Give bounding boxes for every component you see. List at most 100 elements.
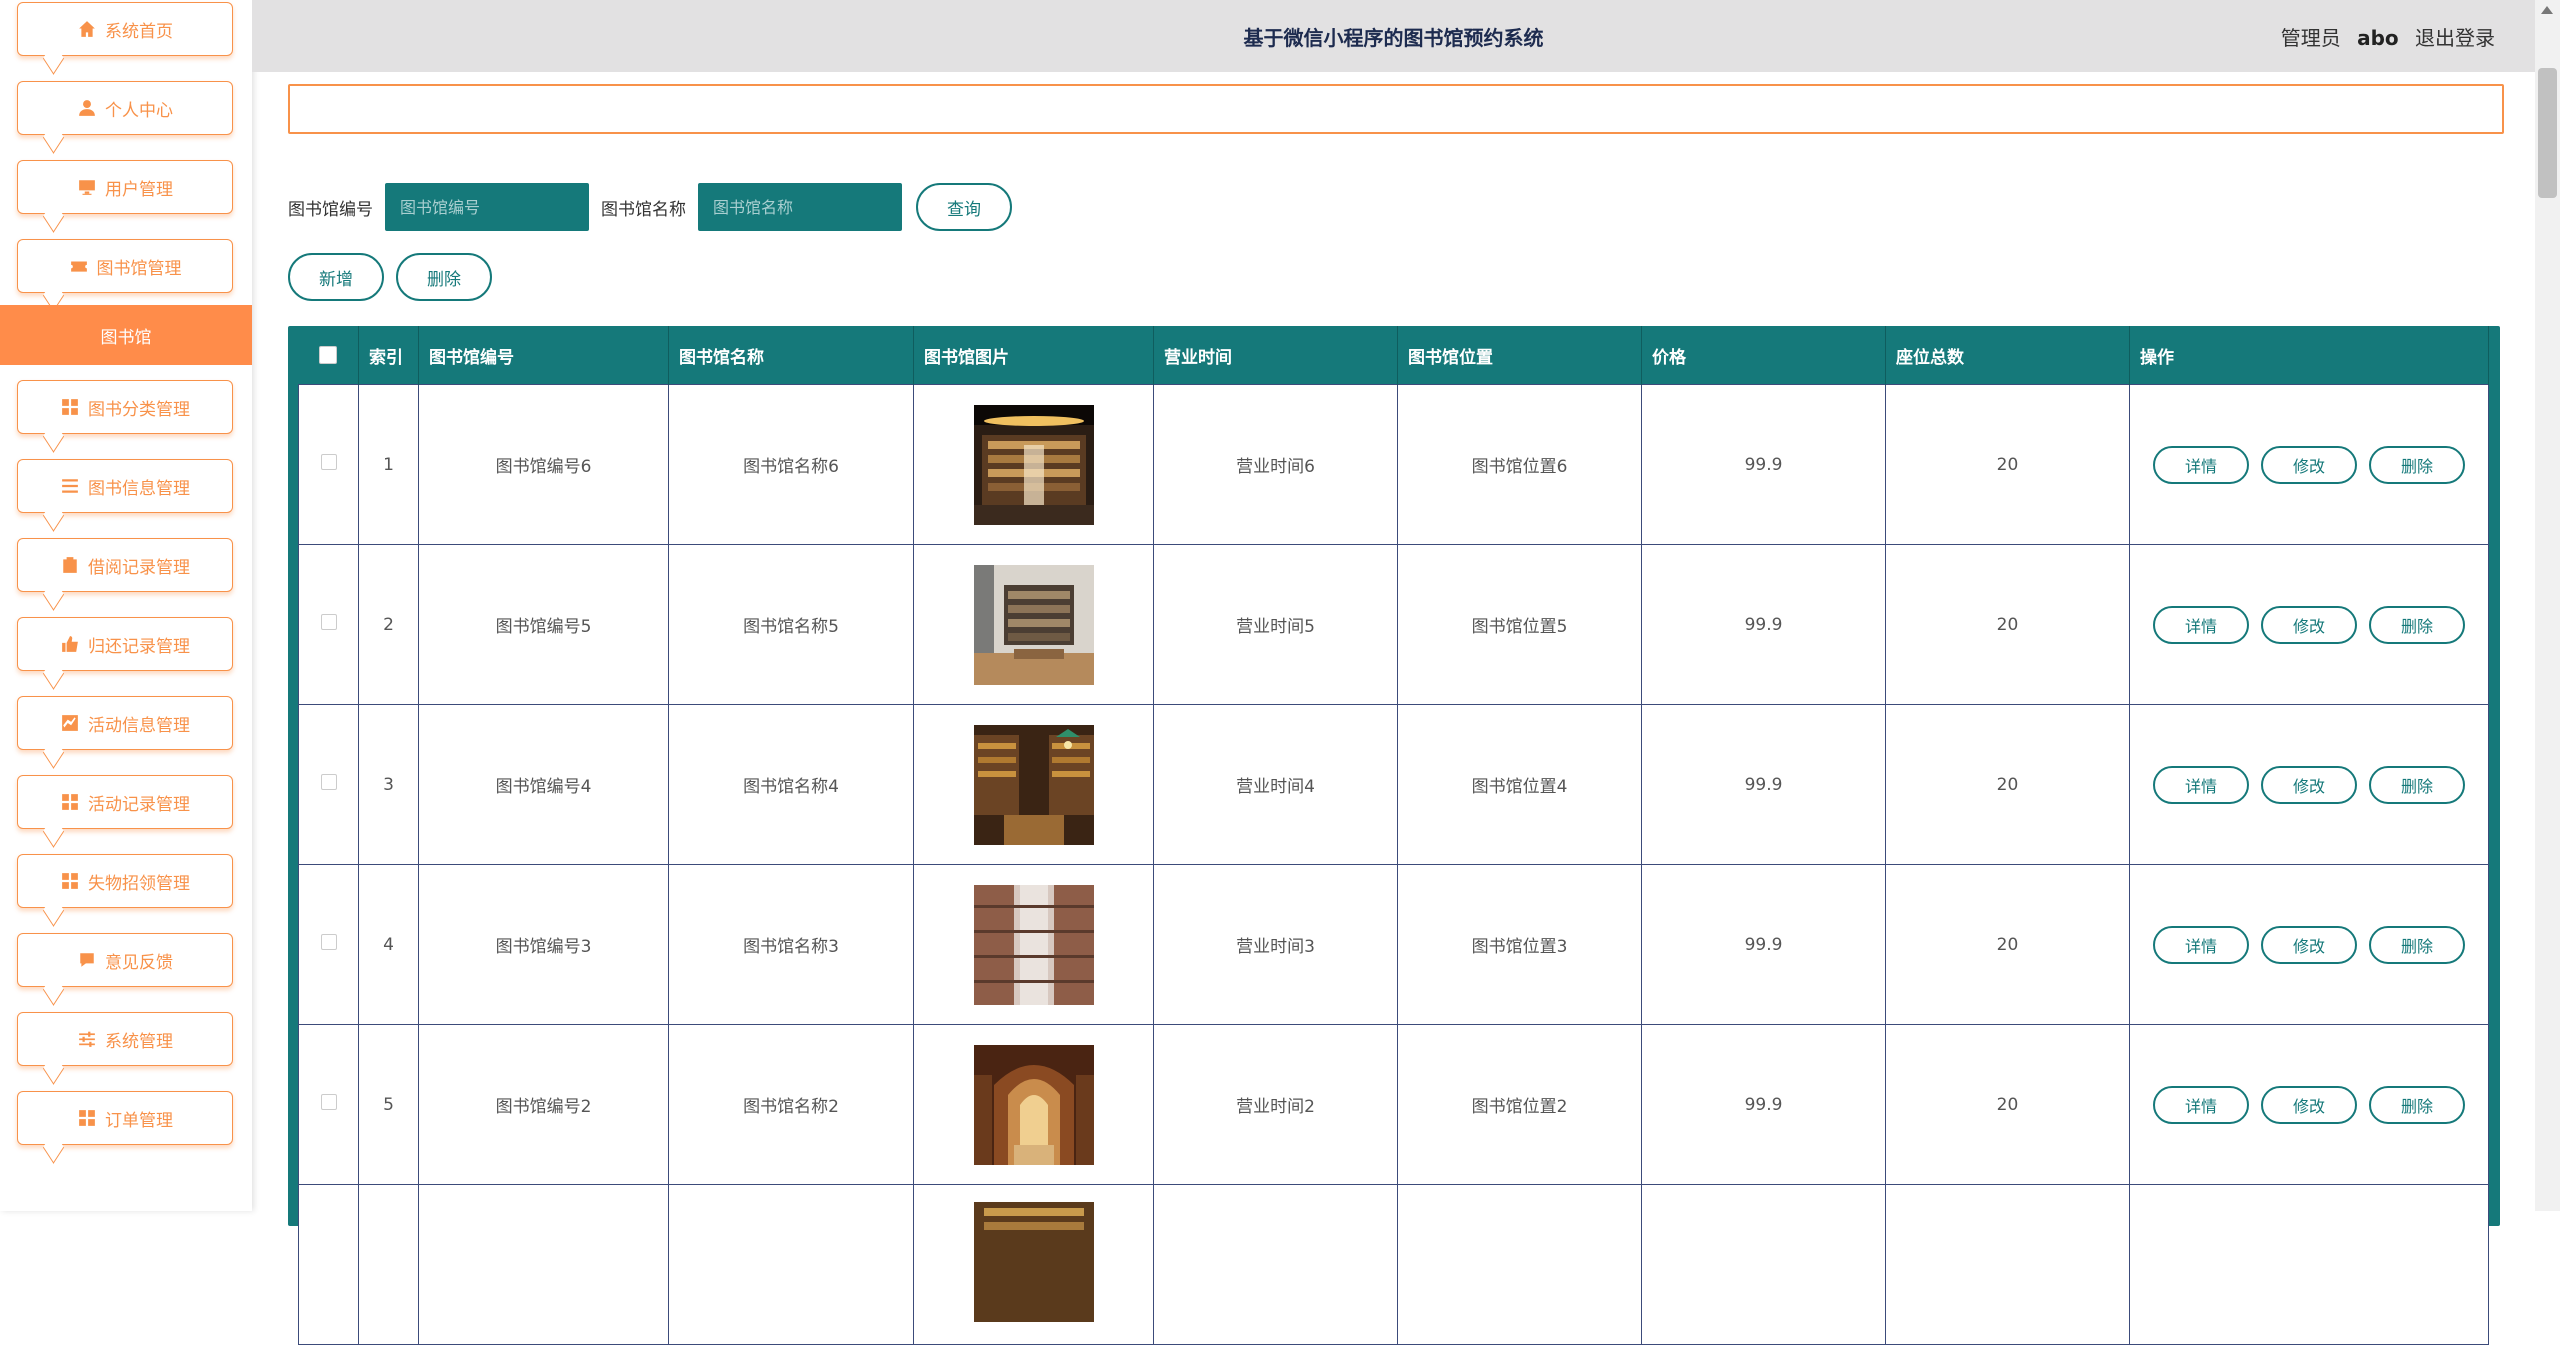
edit-button[interactable]: 修改	[2261, 1085, 2357, 1124]
sidebar-item-label: 意见反馈	[105, 952, 173, 973]
row-checkbox[interactable]	[320, 614, 337, 630]
row-select-cell	[298, 864, 359, 1025]
sidebar-item-label: 图书分类管理	[88, 399, 190, 420]
col-header-price[interactable]: 价格	[1641, 326, 1886, 385]
cell-location: 图书馆位置2	[1397, 1024, 1642, 1185]
row-checkbox[interactable]	[320, 454, 337, 470]
cell-image	[913, 864, 1154, 1025]
col-header-name[interactable]: 图书馆名称	[668, 326, 914, 385]
library-thumbnail[interactable]	[973, 404, 1094, 525]
row-checkbox[interactable]	[320, 1094, 337, 1110]
sidebar-item-return[interactable]: 归还记录管理	[17, 617, 233, 671]
cell-name: 图书馆名称3	[668, 864, 914, 1025]
sidebar-item-users[interactable]: 用户管理	[17, 160, 233, 214]
cell-index: 2	[358, 544, 419, 705]
row-select-cell	[298, 1024, 359, 1185]
query-button[interactable]: 查询	[916, 183, 1012, 231]
cell-index: 4	[358, 864, 419, 1025]
batch-delete-button[interactable]: 删除	[396, 253, 492, 301]
logout-link[interactable]: 退出登录	[2415, 26, 2495, 50]
library-thumbnail[interactable]	[973, 1044, 1094, 1165]
scrollbar-thumb[interactable]	[2538, 68, 2557, 198]
edit-button[interactable]: 修改	[2261, 605, 2357, 644]
delete-button[interactable]: 删除	[2369, 1085, 2465, 1124]
add-button[interactable]: 新增	[288, 253, 384, 301]
sidebar-item-book-info[interactable]: 图书信息管理	[17, 459, 233, 513]
scroll-up-arrow-icon[interactable]	[2541, 6, 2553, 14]
sidebar-item-lost-found[interactable]: 失物招领管理	[17, 854, 233, 908]
detail-button[interactable]: 详情	[2153, 445, 2249, 484]
cell-code: 图书馆编号6	[418, 384, 669, 545]
delete-button[interactable]: 删除	[2369, 765, 2465, 804]
sidebar-item-label: 系统管理	[105, 1031, 173, 1052]
tags-view-bar	[288, 84, 2504, 134]
sidebar-subitem-label: 图书馆	[100, 327, 152, 348]
table-row: 1 图书馆编号6 图书馆名称6 营业时间6 图书馆位置6 99.9 20 详情 …	[298, 384, 2489, 545]
detail-button[interactable]: 详情	[2153, 925, 2249, 964]
library-name-input[interactable]	[698, 183, 902, 231]
delete-button[interactable]: 删除	[2369, 605, 2465, 644]
sidebar-item-activity-info[interactable]: 活动信息管理	[17, 696, 233, 750]
sidebar-item-feedback[interactable]: 意见反馈	[17, 933, 233, 987]
library-code-input[interactable]	[385, 183, 589, 231]
col-header-index[interactable]: 索引	[358, 326, 419, 385]
sidebar-item-label: 图书馆管理	[96, 258, 182, 279]
library-thumbnail[interactable]	[973, 564, 1094, 685]
clipboard-icon	[60, 555, 80, 575]
search-label-name: 图书馆名称	[601, 199, 686, 220]
cell-operations: 详情 修改 删除	[2129, 704, 2489, 865]
library-thumbnail[interactable]	[973, 884, 1094, 1005]
delete-button[interactable]: 删除	[2369, 925, 2465, 964]
sidebar-item-activity-record[interactable]: 活动记录管理	[17, 775, 233, 829]
detail-button[interactable]: 详情	[2153, 605, 2249, 644]
sidebar-item-home[interactable]: 系统首页	[17, 2, 233, 56]
person-icon	[77, 98, 97, 118]
library-thumbnail[interactable]	[973, 1202, 1094, 1322]
col-header-hours[interactable]: 营业时间	[1153, 326, 1398, 385]
row-checkbox[interactable]	[320, 774, 337, 790]
sidebar-item-system[interactable]: 系统管理	[17, 1012, 233, 1066]
page-scrollbar[interactable]	[2535, 0, 2560, 1211]
col-header-image[interactable]: 图书馆图片	[913, 326, 1154, 385]
table-row	[298, 1184, 2489, 1345]
col-header-seats[interactable]: 座位总数	[1885, 326, 2130, 385]
sidebar-subitem-library[interactable]: 图书馆	[0, 305, 252, 365]
col-header-code[interactable]: 图书馆编号	[418, 326, 669, 385]
edit-button[interactable]: 修改	[2261, 445, 2357, 484]
sliders-icon	[77, 1029, 97, 1049]
sidebar-item-label: 活动信息管理	[88, 715, 190, 736]
edit-button[interactable]: 修改	[2261, 925, 2357, 964]
cell-index: 3	[358, 704, 419, 865]
cell-code: 图书馆编号5	[418, 544, 669, 705]
cell-seats: 20	[1885, 384, 2130, 545]
top-bar: 基于微信小程序的图书馆预约系统 管理员 abo 退出登录	[252, 0, 2535, 72]
sidebar-item-label: 图书信息管理	[88, 478, 190, 499]
table-row: 3 图书馆编号4 图书馆名称4 营业时间4 图书馆位置4 99.9 20 详情 …	[298, 704, 2489, 865]
list-icon	[60, 476, 80, 496]
select-all-cell	[298, 326, 359, 385]
sidebar-item-book-category[interactable]: 图书分类管理	[17, 380, 233, 434]
edit-button[interactable]: 修改	[2261, 765, 2357, 804]
sidebar-item-library[interactable]: 图书馆管理	[17, 239, 233, 293]
delete-button[interactable]: 删除	[2369, 445, 2465, 484]
chart-icon	[60, 713, 80, 733]
sidebar-item-borrow[interactable]: 借阅记录管理	[17, 538, 233, 592]
library-thumbnail[interactable]	[973, 724, 1094, 845]
col-header-location[interactable]: 图书馆位置	[1397, 326, 1642, 385]
detail-button[interactable]: 详情	[2153, 765, 2249, 804]
sidebar-item-orders[interactable]: 订单管理	[17, 1091, 233, 1145]
cell-index: 1	[358, 384, 419, 545]
grid-icon	[60, 792, 80, 812]
detail-button[interactable]: 详情	[2153, 1085, 2249, 1124]
home-icon	[77, 19, 97, 39]
cell-code	[418, 1184, 669, 1345]
sidebar-item-label: 用户管理	[105, 179, 173, 200]
table-header-row: 索引 图书馆编号 图书馆名称 图书馆图片 营业时间 图书馆位置 价格 座位总数 …	[298, 326, 2489, 385]
select-all-checkbox[interactable]	[319, 346, 338, 364]
table-row: 2 图书馆编号5 图书馆名称5 营业时间5 图书馆位置5 99.9 20 详情 …	[298, 544, 2489, 705]
cell-name: 图书馆名称6	[668, 384, 914, 545]
cell-hours: 营业时间5	[1153, 544, 1398, 705]
cell-location	[1397, 1184, 1642, 1345]
row-checkbox[interactable]	[320, 934, 337, 950]
sidebar-item-profile[interactable]: 个人中心	[17, 81, 233, 135]
